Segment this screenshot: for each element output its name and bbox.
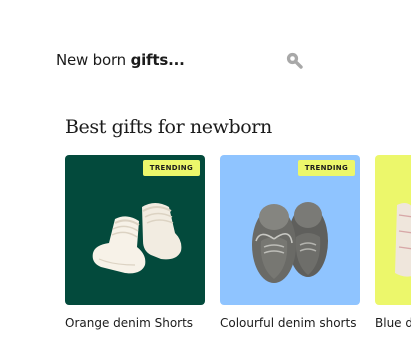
knit-booties-icon: [92, 203, 182, 274]
page: New born gifts... Best gifts for newborn…: [0, 0, 411, 340]
section-title: Best gifts for newborn: [65, 116, 272, 138]
fabric-icon: [395, 203, 411, 277]
product-title[interactable]: Colourful denim shorts: [220, 316, 360, 330]
search-text-bold: gifts...: [130, 51, 185, 69]
product-image[interactable]: [375, 155, 411, 305]
product-card[interactable]: TRENDING Colourful denim shorts: [220, 155, 360, 330]
product-image[interactable]: TRENDING: [220, 155, 360, 305]
product-title[interactable]: Orange denim Shorts: [65, 316, 205, 330]
product-image[interactable]: TRENDING: [65, 155, 205, 305]
search-icon: [286, 52, 303, 69]
search-bar[interactable]: New born gifts...: [56, 46, 306, 74]
search-text[interactable]: New born gifts...: [56, 51, 185, 69]
product-card[interactable]: Blue de: [375, 155, 411, 330]
product-card[interactable]: TRENDING Orange denim Shorts: [65, 155, 205, 330]
search-text-light: New born: [56, 51, 126, 69]
search-button[interactable]: [282, 48, 306, 72]
product-title[interactable]: Blue de: [375, 316, 411, 330]
moccasin-shoes-icon: [252, 202, 328, 283]
